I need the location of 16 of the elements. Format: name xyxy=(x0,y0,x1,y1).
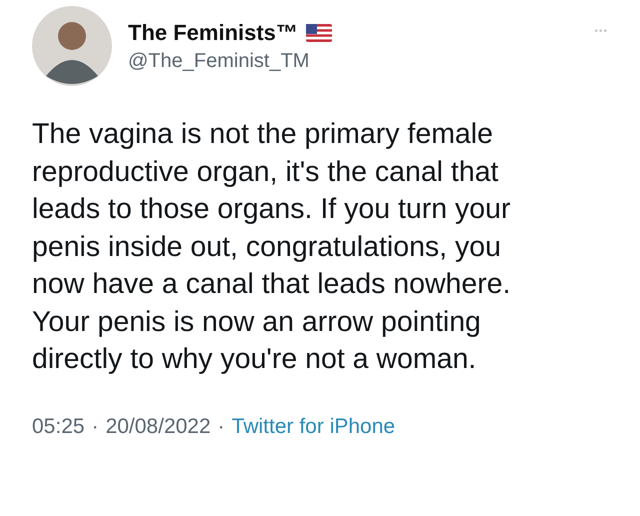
tweet-time: 05:25 xyxy=(32,414,85,438)
avatar-icon[interactable] xyxy=(32,6,112,86)
flag-icon xyxy=(306,24,332,42)
tweet-text-line: directly to why you're not a woman. xyxy=(32,342,478,377)
author-handle[interactable]: @The_Feminist_TM xyxy=(128,50,578,72)
tweet-text-line: The vagina is not the primary female xyxy=(32,117,494,152)
separator-dot: · xyxy=(92,414,99,438)
tweet-text-line: penis inside out, congratulations, you xyxy=(32,230,502,264)
tweet-date: 20/08/2022 xyxy=(106,414,211,438)
separator-dot: · xyxy=(218,414,225,438)
tweet-text-line: reproductive organ, it's the canal that xyxy=(32,154,500,190)
tweet-text-line: now have a canal that leads nowhere. xyxy=(32,267,512,302)
tweet-text-line: leads to those organs. If you turn your xyxy=(32,192,512,227)
tweet-text-line: Your penis is now an arrow pointing xyxy=(32,304,482,340)
author-name[interactable]: The Feminists™ xyxy=(128,20,298,46)
source-link[interactable]: Twitter for iPhone xyxy=(232,414,396,438)
